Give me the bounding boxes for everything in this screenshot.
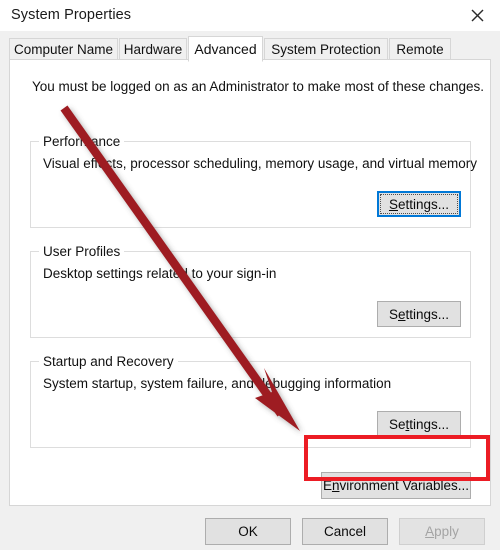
ok-button[interactable]: OK [205,518,291,545]
advanced-tab-panel: You must be logged on as an Administrato… [9,59,491,506]
environment-variables-button-label: Environment Variables... [322,478,470,493]
user-profiles-group-title: User Profiles [39,244,125,259]
tab-remote[interactable]: Remote [389,38,451,60]
cancel-button[interactable]: Cancel [302,518,388,545]
startup-recovery-settings-button-label: Settings... [388,416,450,432]
tab-label: Computer Name [13,41,114,57]
performance-group-title: Performance [39,134,125,149]
user-profiles-group: User Profiles Desktop settings related t… [30,244,471,338]
close-icon [471,9,484,22]
user-profiles-group-description: Desktop settings related to your sign-in [43,266,277,281]
tab-computer-name[interactable]: Computer Name [9,38,118,60]
cancel-button-label: Cancel [323,524,367,539]
tab-label: Hardware [123,41,183,57]
performance-settings-button[interactable]: Settings... [377,191,461,217]
dialog-body: Computer Name Hardware Advanced System P… [0,31,500,550]
system-properties-dialog: System Properties Computer Name Hardware… [0,0,500,550]
apply-button: Apply [399,518,485,545]
tab-system-protection[interactable]: System Protection [264,38,388,60]
performance-group: Performance Visual effects, processor sc… [30,134,477,228]
startup-recovery-group-title: Startup and Recovery [39,354,178,369]
tab-hardware[interactable]: Hardware [119,38,187,60]
tab-label: Remote [396,41,444,57]
performance-group-description: Visual effects, processor scheduling, me… [43,156,477,171]
startup-recovery-group-description: System startup, system failure, and debu… [43,376,392,391]
startup-recovery-settings-button[interactable]: Settings... [377,411,461,437]
tab-advanced[interactable]: Advanced [188,36,263,62]
tab-label: Advanced [194,41,257,57]
performance-settings-button-label: Settings... [388,196,450,212]
user-profiles-settings-button[interactable]: Settings... [377,301,461,327]
close-button[interactable] [454,0,500,31]
startup-recovery-group: Startup and Recovery System startup, sys… [30,354,471,448]
apply-button-label: Apply [425,524,459,539]
window-title: System Properties [11,7,132,23]
title-bar: System Properties [0,0,500,31]
tab-label: System Protection [271,41,381,57]
ok-button-label: OK [238,524,258,539]
environment-variables-button[interactable]: Environment Variables... [321,472,471,499]
admin-note: You must be logged on as an Administrato… [32,79,485,94]
user-profiles-settings-button-label: Settings... [388,306,450,322]
